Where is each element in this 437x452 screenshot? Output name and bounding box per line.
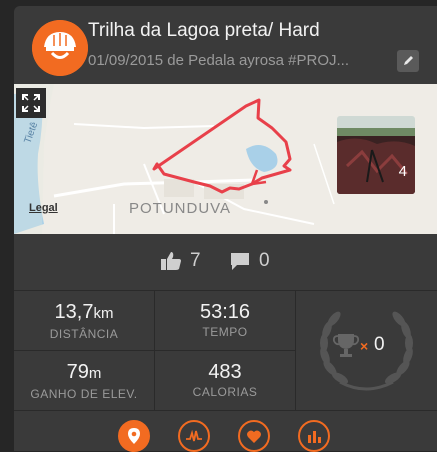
- like-button[interactable]: 7: [160, 250, 201, 272]
- thumbs-up-icon: [161, 252, 181, 270]
- comment-count: 0: [259, 250, 270, 271]
- elevation-value: 79: [66, 361, 89, 383]
- helmet-logo-icon: [32, 20, 88, 76]
- elevation-label: GANHO DE ELEV.: [30, 387, 138, 401]
- stat-calories: 483 CALORIAS: [155, 350, 296, 411]
- time-label: TEMPO: [202, 325, 248, 339]
- achievements-panel[interactable]: × 0: [296, 290, 437, 410]
- comment-button[interactable]: 0: [229, 250, 270, 272]
- time-value: 53:16: [199, 301, 251, 323]
- expand-map-icon[interactable]: [16, 88, 46, 118]
- activity-card: Trilha da Lagoa preta/ Hard 01/09/2015 d…: [14, 6, 437, 452]
- calories-value: 483: [208, 361, 242, 383]
- heart-icon: [247, 430, 261, 443]
- like-count: 7: [190, 250, 201, 271]
- stats-grid: 13,7km DISTÂNCIA 53:16 TEMPO 79m GANHO D…: [14, 290, 437, 411]
- bottom-nav: [14, 410, 437, 452]
- distance-value: 13,7: [54, 301, 94, 323]
- pencil-icon: [404, 56, 413, 65]
- multiply-icon: ×: [360, 338, 369, 354]
- nav-heart-button[interactable]: [238, 420, 270, 452]
- stat-time: 53:16 TEMPO: [155, 290, 296, 351]
- stat-distance: 13,7km DISTÂNCIA: [14, 290, 155, 351]
- photo-image: [337, 116, 415, 194]
- social-bar: 7 0: [14, 234, 437, 291]
- activity-subtitle: 01/09/2015 de Pedala ayrosa #PROJ...: [88, 52, 350, 69]
- location-pin-icon: [128, 428, 140, 444]
- nav-analysis-button[interactable]: [178, 420, 210, 452]
- nav-stats-button[interactable]: [298, 420, 330, 452]
- activity-title[interactable]: Trilha da Lagoa preta/ Hard: [88, 20, 320, 42]
- trophy-count: 0: [374, 334, 385, 355]
- route-map[interactable]: Tietê POTUNDUVA Legal 4: [14, 84, 437, 234]
- club-avatar[interactable]: [32, 20, 88, 76]
- elevation-unit: m: [88, 365, 102, 382]
- nav-map-button[interactable]: [118, 420, 150, 452]
- heart-rate-chart-icon: [186, 429, 202, 442]
- photo-thumbnail[interactable]: 4: [337, 116, 415, 194]
- activity-header: Trilha da Lagoa preta/ Hard 01/09/2015 d…: [14, 6, 437, 83]
- calories-label: CALORIAS: [192, 385, 258, 399]
- edit-button[interactable]: [397, 50, 419, 72]
- map-place-label: POTUNDUVA: [129, 200, 232, 217]
- map-legal-link[interactable]: Legal: [29, 202, 58, 214]
- comment-icon: [231, 253, 249, 270]
- distance-label: DISTÂNCIA: [49, 327, 119, 341]
- photo-count: 4: [398, 163, 407, 180]
- bar-chart-icon: [308, 431, 321, 443]
- distance-unit: km: [93, 305, 114, 322]
- stat-elevation: 79m GANHO DE ELEV.: [14, 350, 155, 411]
